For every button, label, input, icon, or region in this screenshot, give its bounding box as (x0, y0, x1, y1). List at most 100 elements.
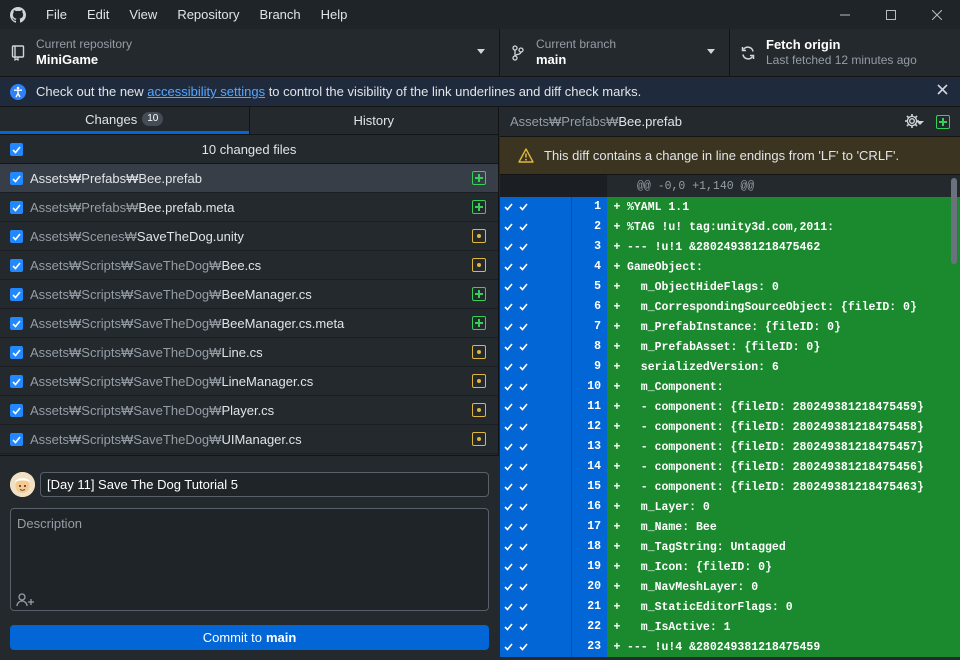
line-select-check-icon[interactable] (500, 317, 517, 337)
line-include-check-icon[interactable] (517, 437, 571, 457)
line-include-check-icon[interactable] (517, 237, 571, 257)
menu-repository[interactable]: Repository (167, 0, 249, 29)
menu-view[interactable]: View (119, 0, 167, 29)
diff-scrollbar[interactable] (951, 178, 957, 264)
line-select-check-icon[interactable] (500, 497, 517, 517)
line-include-check-icon[interactable] (517, 197, 571, 217)
file-checkbox[interactable] (10, 433, 23, 446)
accessibility-settings-link[interactable]: accessibility settings (147, 84, 265, 99)
line-include-check-icon[interactable] (517, 357, 571, 377)
diff-line[interactable]: 10 + m_Component: (500, 377, 960, 397)
line-select-check-icon[interactable] (500, 577, 517, 597)
line-include-check-icon[interactable] (517, 257, 571, 277)
line-include-check-icon[interactable] (517, 457, 571, 477)
diff-line[interactable]: 21 + m_StaticEditorFlags: 0 (500, 597, 960, 617)
line-include-check-icon[interactable] (517, 617, 571, 637)
line-include-check-icon[interactable] (517, 637, 571, 657)
line-select-check-icon[interactable] (500, 337, 517, 357)
line-include-check-icon[interactable] (517, 537, 571, 557)
diff-line[interactable]: 17 + m_Name: Bee (500, 517, 960, 537)
file-checkbox[interactable] (10, 404, 23, 417)
file-row[interactable]: Assets₩Scripts₩SaveTheDog₩UIManager.cs (0, 425, 498, 454)
line-include-check-icon[interactable] (517, 317, 571, 337)
diff-line[interactable]: 19 + m_Icon: {fileID: 0} (500, 557, 960, 577)
file-checkbox[interactable] (10, 375, 23, 388)
line-include-check-icon[interactable] (517, 277, 571, 297)
commit-button[interactable]: Commit to main (10, 625, 489, 650)
line-select-check-icon[interactable] (500, 277, 517, 297)
line-select-check-icon[interactable] (500, 417, 517, 437)
diff-line[interactable]: 3 + --- !u!1 &280249381218475462 (500, 237, 960, 257)
file-checkbox[interactable] (10, 172, 23, 185)
line-include-check-icon[interactable] (517, 217, 571, 237)
file-row[interactable]: Assets₩Scripts₩SaveTheDog₩Line.cs (0, 338, 498, 367)
tab-history[interactable]: History (248, 107, 499, 134)
diff-line[interactable]: 12 + - component: {fileID: 28024938121847… (500, 417, 960, 437)
line-include-check-icon[interactable] (517, 557, 571, 577)
menu-branch[interactable]: Branch (249, 0, 310, 29)
line-select-check-icon[interactable] (500, 597, 517, 617)
diff-line[interactable]: 14 + - component: {fileID: 28024938121847… (500, 457, 960, 477)
file-checkbox[interactable] (10, 259, 23, 272)
minimize-icon[interactable] (822, 0, 868, 29)
line-select-check-icon[interactable] (500, 537, 517, 557)
current-branch-button[interactable]: Current branch main (500, 29, 730, 76)
file-row[interactable]: Assets₩Prefabs₩Bee.prefab.meta (0, 193, 498, 222)
diff-line[interactable]: 4 + GameObject: (500, 257, 960, 277)
file-row[interactable]: Assets₩Scripts₩SaveTheDog₩Bee.cs (0, 251, 498, 280)
fetch-origin-button[interactable]: Fetch origin Last fetched 12 minutes ago (730, 29, 960, 76)
line-include-check-icon[interactable] (517, 497, 571, 517)
line-include-check-icon[interactable] (517, 517, 571, 537)
line-select-check-icon[interactable] (500, 257, 517, 277)
diff-line[interactable]: 2 + %TAG !u! tag:unity3d.com,2011: (500, 217, 960, 237)
line-select-check-icon[interactable] (500, 617, 517, 637)
line-select-check-icon[interactable] (500, 297, 517, 317)
diff-line[interactable]: 8 + m_PrefabAsset: {fileID: 0} (500, 337, 960, 357)
maximize-icon[interactable] (868, 0, 914, 29)
menu-edit[interactable]: Edit (77, 0, 119, 29)
line-select-check-icon[interactable] (500, 397, 517, 417)
file-row[interactable]: Assets₩Prefabs₩Bee.prefab (0, 164, 498, 193)
line-select-check-icon[interactable] (500, 637, 517, 657)
file-row[interactable]: Assets₩Scenes₩SaveTheDog.unity (0, 222, 498, 251)
tab-changes[interactable]: Changes 10 (0, 107, 249, 134)
line-select-check-icon[interactable] (500, 377, 517, 397)
diff-line[interactable]: 7 + m_PrefabInstance: {fileID: 0} (500, 317, 960, 337)
diff-line[interactable]: 20 + m_NavMeshLayer: 0 (500, 577, 960, 597)
line-include-check-icon[interactable] (517, 477, 571, 497)
close-banner-icon[interactable] (937, 84, 948, 95)
line-include-check-icon[interactable] (517, 577, 571, 597)
diff-line[interactable]: 11 + - component: {fileID: 28024938121847… (500, 397, 960, 417)
diff-line[interactable]: 16 + m_Layer: 0 (500, 497, 960, 517)
diff-line[interactable]: 1 + %YAML 1.1 (500, 197, 960, 217)
line-include-check-icon[interactable] (517, 297, 571, 317)
diff-line[interactable]: 23 + --- !u!4 &280249381218475459 (500, 637, 960, 657)
line-select-check-icon[interactable] (500, 517, 517, 537)
line-include-check-icon[interactable] (517, 417, 571, 437)
line-include-check-icon[interactable] (517, 337, 571, 357)
diff-line[interactable]: 18 + m_TagString: Untagged (500, 537, 960, 557)
add-coauthor-icon[interactable] (16, 593, 36, 607)
file-checkbox[interactable] (10, 201, 23, 214)
select-all-checkbox[interactable] (10, 143, 23, 156)
line-select-check-icon[interactable] (500, 197, 517, 217)
diff-line[interactable]: 5 + m_ObjectHideFlags: 0 (500, 277, 960, 297)
diff-line[interactable]: 6 + m_CorrespondingSourceObject: {fileID:… (500, 297, 960, 317)
diff-line[interactable]: 22 + m_IsActive: 1 (500, 617, 960, 637)
diff-line[interactable]: 13 + - component: {fileID: 28024938121847… (500, 437, 960, 457)
line-select-check-icon[interactable] (500, 557, 517, 577)
line-select-check-icon[interactable] (500, 457, 517, 477)
commit-description-field[interactable]: Description (10, 508, 489, 611)
current-repository-button[interactable]: Current repository MiniGame (0, 29, 500, 76)
close-window-icon[interactable] (914, 0, 960, 29)
line-include-check-icon[interactable] (517, 377, 571, 397)
file-row[interactable]: Assets₩Scripts₩SaveTheDog₩BeeManager.cs.… (0, 309, 498, 338)
line-select-check-icon[interactable] (500, 217, 517, 237)
file-checkbox[interactable] (10, 346, 23, 359)
diff-line[interactable]: 15 + - component: {fileID: 28024938121847… (500, 477, 960, 497)
file-checkbox[interactable] (10, 317, 23, 330)
file-checkbox[interactable] (10, 288, 23, 301)
line-select-check-icon[interactable] (500, 357, 517, 377)
line-include-check-icon[interactable] (517, 397, 571, 417)
file-row[interactable]: Assets₩Scripts₩SaveTheDog₩BeeManager.cs (0, 280, 498, 309)
